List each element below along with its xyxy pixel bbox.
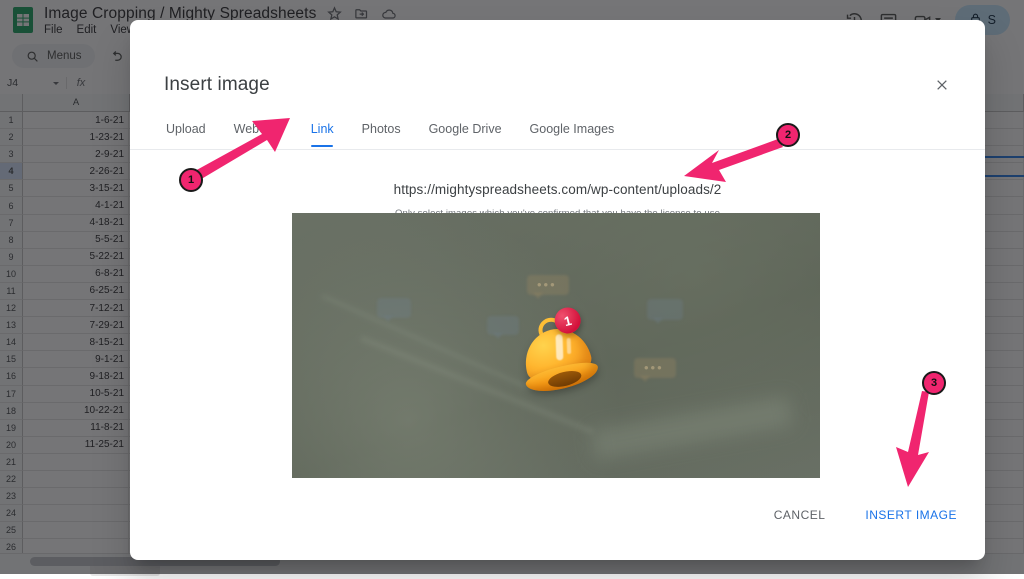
preview-chip: [647, 299, 683, 324]
tab-webcam[interactable]: Webcam: [220, 116, 297, 142]
row-header[interactable]: 19: [0, 419, 23, 437]
undo-icon[interactable]: [109, 49, 124, 64]
google-sheets-icon[interactable]: [10, 5, 36, 35]
dialog-tabs: Upload Webcam Link Photos Google Drive G…: [152, 116, 985, 146]
row-header[interactable]: 26: [0, 539, 23, 554]
cell-column-a[interactable]: [23, 453, 129, 471]
tab-upload[interactable]: Upload: [152, 116, 220, 142]
tab-link[interactable]: Link: [297, 116, 348, 142]
cell-column-a[interactable]: 10-5-21: [23, 385, 129, 403]
row-header[interactable]: 17: [0, 385, 23, 403]
insert-image-dialog: Insert image Upload Webcam Link Photos G…: [130, 20, 985, 560]
row-header[interactable]: 24: [0, 505, 23, 523]
cell-column-a[interactable]: 7-29-21: [23, 317, 129, 335]
insert-image-button[interactable]: INSERT IMAGE: [865, 508, 957, 522]
row-header[interactable]: 6: [0, 197, 23, 215]
preview-dots: •••: [644, 360, 664, 375]
cell-column-a[interactable]: 2-26-21: [23, 163, 129, 181]
row-header[interactable]: 10: [0, 265, 23, 283]
row-header[interactable]: 23: [0, 488, 23, 506]
row-header[interactable]: 18: [0, 402, 23, 420]
dialog-actions: CANCEL INSERT IMAGE: [774, 508, 957, 522]
tab-google-drive[interactable]: Google Drive: [415, 116, 516, 142]
fx-label: fx: [66, 77, 95, 89]
cell-column-a[interactable]: [23, 505, 129, 523]
row-header[interactable]: 9: [0, 248, 23, 266]
bell-highlight: [566, 337, 572, 355]
menu-item-edit[interactable]: Edit: [77, 24, 97, 36]
row-header[interactable]: 5: [0, 180, 23, 198]
row-header[interactable]: 12: [0, 300, 23, 318]
cell-column-a[interactable]: 8-15-21: [23, 334, 129, 352]
row-header[interactable]: 14: [0, 334, 23, 352]
cell-column-a[interactable]: 3-15-21: [23, 180, 129, 198]
preview-chip: [377, 298, 411, 322]
tab-google-images[interactable]: Google Images: [516, 116, 629, 142]
image-preview: ••• ••• 1: [292, 213, 820, 478]
row-header[interactable]: 16: [0, 368, 23, 386]
tabs-divider: [130, 149, 985, 150]
cell-column-a[interactable]: 5-22-21: [23, 248, 129, 266]
row-header[interactable]: 21: [0, 453, 23, 471]
cell-column-a[interactable]: 2-9-21: [23, 146, 129, 164]
select-all-corner[interactable]: [0, 94, 23, 111]
cell-column-a[interactable]: [23, 522, 129, 540]
cell-column-a[interactable]: 6-25-21: [23, 282, 129, 301]
cell-column-a[interactable]: 5-5-21: [23, 231, 129, 249]
cell-column-a[interactable]: 9-1-21: [23, 351, 129, 369]
row-header[interactable]: 20: [0, 436, 23, 454]
cell-column-a[interactable]: [23, 539, 129, 554]
row-header[interactable]: 7: [0, 214, 23, 232]
bell-highlight: [555, 334, 564, 361]
row-header[interactable]: 2: [0, 129, 23, 147]
cell-column-a[interactable]: 4-1-21: [23, 197, 129, 215]
cell-column-a[interactable]: [23, 470, 129, 489]
row-header[interactable]: 25: [0, 522, 23, 540]
name-box-value: J4: [7, 77, 19, 89]
search-icon: [25, 49, 40, 64]
cell-column-a[interactable]: 9-18-21: [23, 368, 129, 386]
cell-column-a[interactable]: 1-6-21: [23, 112, 129, 130]
cell-column-a[interactable]: 4-18-21: [23, 214, 129, 232]
cell-column-a[interactable]: 11-25-21: [23, 436, 129, 454]
tab-photos[interactable]: Photos: [348, 116, 415, 142]
row-header[interactable]: 3: [0, 146, 23, 164]
close-icon[interactable]: [931, 74, 953, 96]
cell-column-a[interactable]: 7-12-21: [23, 300, 129, 318]
row-header[interactable]: 4: [0, 163, 23, 181]
row-header[interactable]: 1: [0, 112, 23, 130]
row-header[interactable]: 13: [0, 317, 23, 335]
menus-search-chip[interactable]: Menus: [12, 44, 95, 68]
row-header[interactable]: 8: [0, 231, 23, 249]
cell-column-a[interactable]: 1-23-21: [23, 129, 129, 147]
chevron-down-icon[interactable]: [53, 81, 59, 85]
cell-column-a[interactable]: [23, 488, 129, 506]
cell-column-a[interactable]: 11-8-21: [23, 419, 129, 437]
menus-search-label: Menus: [47, 50, 82, 62]
preview-dots: •••: [537, 277, 557, 292]
share-label: S: [987, 13, 996, 27]
selected-cell-outline: [980, 156, 1024, 177]
menu-item-file[interactable]: File: [44, 24, 63, 36]
dialog-title: Insert image: [164, 74, 270, 95]
column-header-a[interactable]: A: [23, 94, 130, 111]
cancel-button[interactable]: CANCEL: [774, 508, 826, 522]
cell-column-a[interactable]: 6-8-21: [23, 265, 129, 283]
image-url-input[interactable]: [277, 180, 838, 199]
cell-column-a[interactable]: 10-22-21: [23, 402, 129, 420]
row-header[interactable]: 22: [0, 470, 23, 489]
row-header[interactable]: 15: [0, 351, 23, 369]
row-header[interactable]: 11: [0, 282, 23, 301]
name-box[interactable]: J4: [0, 77, 66, 89]
